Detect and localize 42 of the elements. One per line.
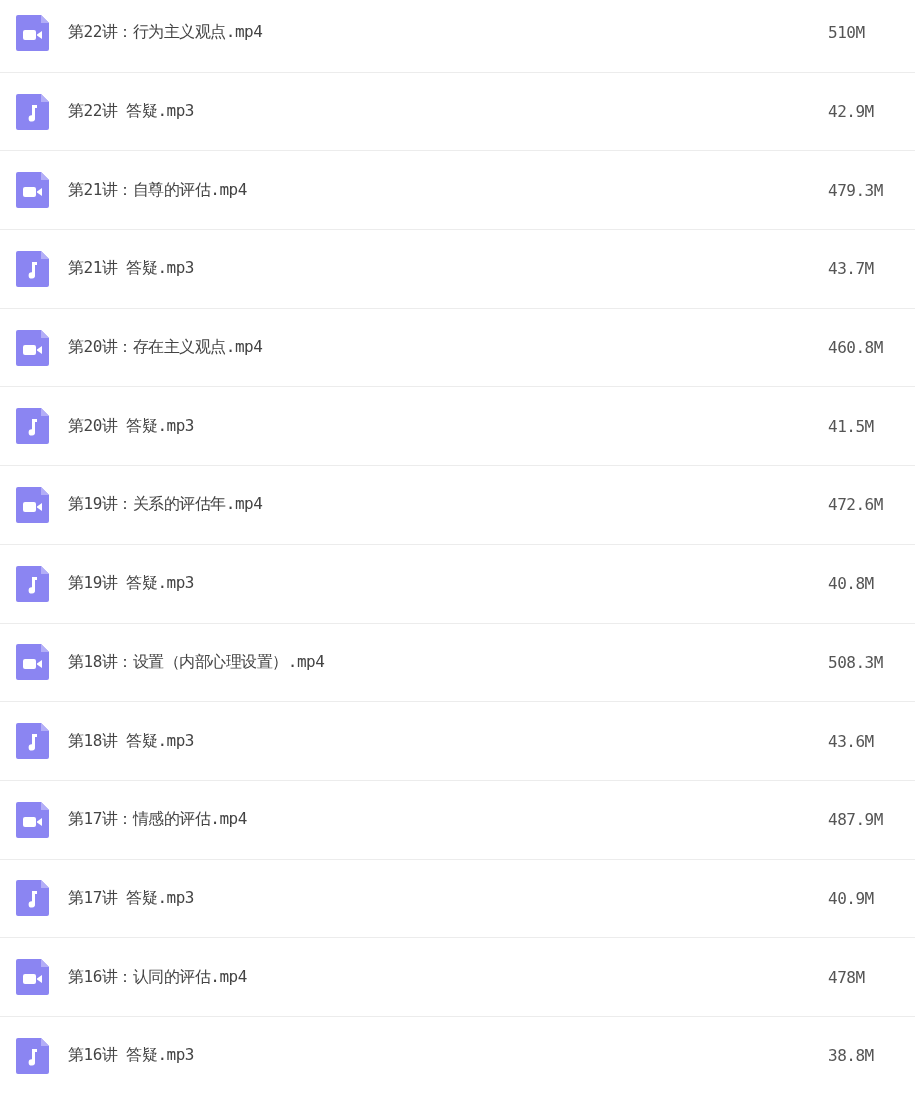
file-name[interactable]: 第22讲：行为主义观点.mp4: [68, 22, 828, 44]
file-size: 460.8M: [828, 338, 884, 358]
file-name[interactable]: 第17讲 答疑.mp3: [68, 887, 828, 909]
file-name[interactable]: 第20讲 答疑.mp3: [68, 415, 828, 437]
music-file-icon: [16, 93, 49, 130]
music-file-icon: [16, 408, 49, 445]
file-size: 479.3M: [828, 180, 884, 200]
file-size: 478M: [828, 967, 866, 987]
file-size: 510M: [828, 23, 866, 43]
video-file-icon: [16, 172, 49, 209]
music-file-icon: [16, 1037, 49, 1074]
file-size: 40.8M: [828, 574, 875, 594]
file-size: 41.5M: [828, 416, 875, 436]
video-file-icon: [16, 801, 49, 838]
file-name[interactable]: 第17讲：情感的评估.mp4: [68, 809, 828, 831]
file-size: 43.7M: [828, 259, 875, 279]
file-size: 487.9M: [828, 810, 884, 830]
file-name[interactable]: 第16讲：认同的评估.mp4: [68, 966, 828, 988]
file-name[interactable]: 第16讲 答疑.mp3: [68, 1045, 828, 1067]
video-file-icon: [16, 959, 49, 996]
file-name[interactable]: 第18讲：设置（内部心理设置）.mp4: [68, 651, 828, 673]
file-name[interactable]: 第20讲：存在主义观点.mp4: [68, 337, 828, 359]
file-size: 472.6M: [828, 495, 884, 515]
file-size: 508.3M: [828, 652, 884, 672]
file-name[interactable]: 第18讲 答疑.mp3: [68, 730, 828, 752]
music-file-icon: [16, 880, 49, 917]
file-size: 38.8M: [828, 1046, 875, 1066]
video-file-icon: [16, 644, 49, 681]
file-name[interactable]: 第19讲 答疑.mp3: [68, 573, 828, 595]
file-name[interactable]: 第21讲 答疑.mp3: [68, 258, 828, 280]
file-name[interactable]: 第22讲 答疑.mp3: [68, 101, 828, 123]
file-size: 42.9M: [828, 102, 875, 122]
file-size: 40.9M: [828, 888, 875, 908]
music-file-icon: [16, 250, 49, 287]
video-file-icon: [16, 329, 49, 366]
music-file-icon: [16, 565, 49, 602]
file-size: 43.6M: [828, 731, 875, 751]
file-name[interactable]: 第21讲：自尊的评估.mp4: [68, 179, 828, 201]
video-file-icon: [16, 486, 49, 523]
file-name[interactable]: 第19讲：关系的评估年.mp4: [68, 494, 828, 516]
music-file-icon: [16, 723, 49, 760]
video-file-icon: [16, 14, 49, 51]
